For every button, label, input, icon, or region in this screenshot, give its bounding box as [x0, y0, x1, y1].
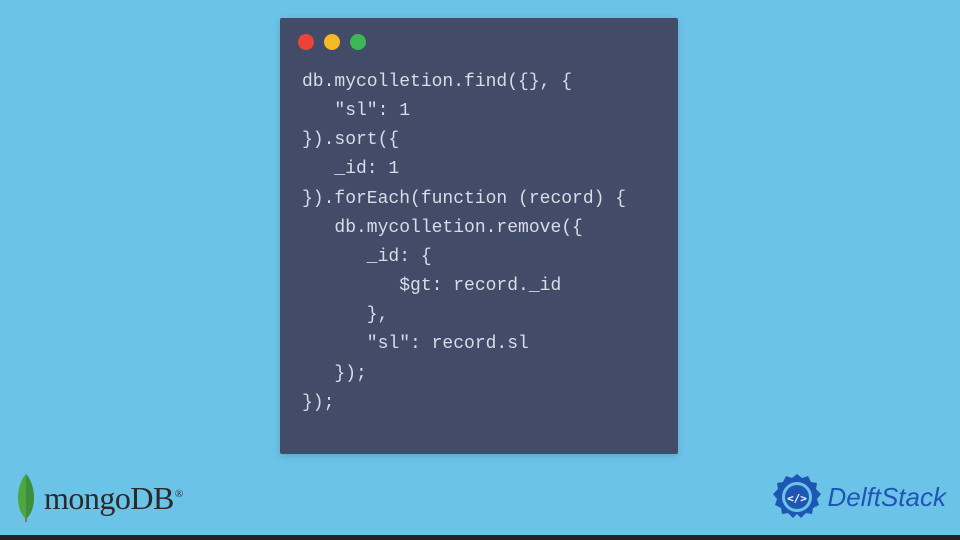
mongodb-text: mongoDB®: [44, 480, 183, 517]
code-block: db.mycolletion.find({}, { "sl": 1 }).sor…: [280, 60, 678, 426]
maximize-icon: [350, 34, 366, 50]
mongodb-logo: mongoDB®: [12, 472, 183, 524]
close-icon: [298, 34, 314, 50]
code-window: db.mycolletion.find({}, { "sl": 1 }).sor…: [280, 18, 678, 454]
delftstack-text: DelftStack: [828, 482, 947, 513]
window-controls: [280, 18, 678, 60]
delftstack-logo: </> DelftStack: [772, 472, 947, 522]
delftstack-gear-icon: </>: [772, 472, 822, 522]
minimize-icon: [324, 34, 340, 50]
svg-text:</>: </>: [787, 492, 807, 505]
mongodb-leaf-icon: [12, 472, 40, 524]
bottom-border: [0, 535, 960, 540]
